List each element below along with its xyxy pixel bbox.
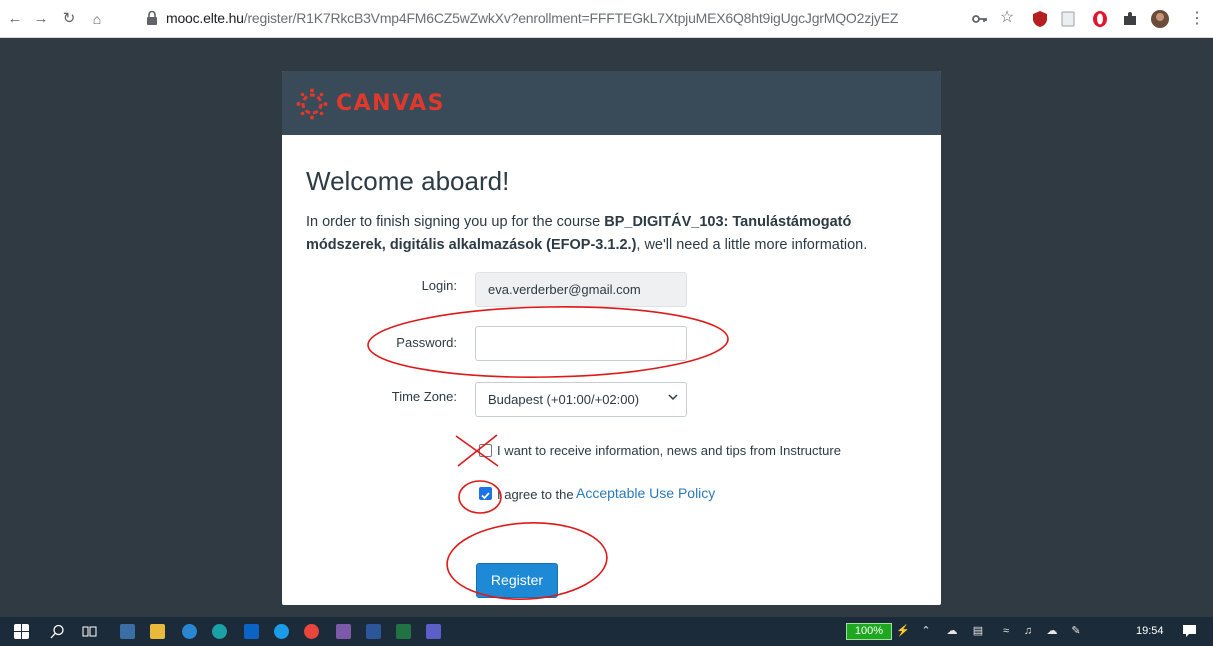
battery-percentage[interactable]: 100% bbox=[846, 623, 892, 640]
windows-start-icon[interactable] bbox=[14, 624, 29, 639]
intro-prefix: In order to finish signing you up for th… bbox=[306, 214, 605, 230]
task-view-icon[interactable] bbox=[82, 624, 97, 639]
home-icon[interactable]: ⌂ bbox=[86, 8, 108, 30]
key-icon[interactable] bbox=[970, 9, 990, 29]
search-icon[interactable] bbox=[50, 624, 65, 639]
timezone-label: Time Zone: bbox=[391, 389, 457, 404]
power-plug-icon: ⚡ bbox=[896, 625, 910, 637]
edge-legacy-icon[interactable] bbox=[182, 624, 197, 639]
login-value: eva.verderber@gmail.com bbox=[488, 282, 641, 297]
timezone-select[interactable]: Budapest (+01:00/+02:00) bbox=[475, 382, 687, 417]
intro-suffix: , we'll need a little more information. bbox=[636, 237, 868, 253]
pen-icon[interactable]: ✎ bbox=[1070, 625, 1082, 637]
url-path: /register/R1K7RkcB3Vmp4FM6CZ5wZwkXv?enro… bbox=[243, 10, 899, 26]
wifi-icon[interactable]: ≈ bbox=[1000, 625, 1012, 637]
registration-card: CANVAS Welcome aboard! In order to finis… bbox=[282, 71, 941, 605]
acceptable-use-policy-link[interactable]: Acceptable Use Policy bbox=[576, 485, 715, 501]
excel-icon[interactable] bbox=[396, 624, 411, 639]
taskbar: 100% ⚡ ⌃ ☁ ▤ ≈ ♫ ☁ ✎ 19:54 bbox=[0, 617, 1213, 646]
address-bar[interactable]: mooc.elte.hu/register/R1K7RkcB3Vmp4FM6CZ… bbox=[166, 10, 898, 26]
agree-checkbox-label: I agree to the bbox=[497, 487, 574, 502]
browser-toolbar: ← → ↻ ⌂ mooc.elte.hu/register/R1K7RkcB3V… bbox=[0, 0, 1213, 38]
clock[interactable]: 19:54 bbox=[1136, 625, 1164, 637]
opera-icon[interactable] bbox=[1090, 9, 1110, 29]
onedrive-icon[interactable]: ☁ bbox=[946, 625, 958, 637]
login-field: eva.verderber@gmail.com bbox=[475, 272, 687, 307]
card-header: CANVAS bbox=[282, 71, 941, 135]
menu-kebab-icon[interactable]: ⋮ bbox=[1186, 8, 1208, 30]
edge-icon[interactable] bbox=[212, 624, 227, 639]
news-checkbox-label: I want to receive information, news and … bbox=[497, 443, 841, 458]
password-label: Password: bbox=[396, 335, 457, 350]
extensions-puzzle-icon[interactable] bbox=[1120, 9, 1140, 29]
file-explorer-icon[interactable] bbox=[150, 624, 165, 639]
brand-logo-text: CANVAS bbox=[336, 91, 445, 116]
reload-icon[interactable]: ↻ bbox=[58, 8, 80, 30]
star-icon[interactable]: ☆ bbox=[996, 7, 1018, 29]
chevron-down-icon bbox=[668, 394, 678, 401]
outlook-icon[interactable] bbox=[244, 624, 259, 639]
teams-icon[interactable] bbox=[426, 624, 441, 639]
ublock-icon[interactable] bbox=[1030, 9, 1050, 29]
url-host: mooc.elte.hu bbox=[166, 10, 244, 26]
skype-icon[interactable] bbox=[274, 624, 289, 639]
avatar[interactable] bbox=[1150, 9, 1170, 29]
timezone-value: Budapest (+01:00/+02:00) bbox=[488, 392, 640, 407]
page-title: Welcome aboard! bbox=[306, 166, 510, 196]
word-icon[interactable] bbox=[366, 624, 381, 639]
page-background: CANVAS Welcome aboard! In order to finis… bbox=[0, 38, 1213, 617]
agree-checkbox[interactable] bbox=[479, 487, 492, 500]
checkmark-icon bbox=[481, 492, 490, 500]
lock-icon bbox=[147, 10, 157, 25]
chevron-up-icon[interactable]: ⌃ bbox=[920, 625, 932, 637]
calendar-app-icon[interactable] bbox=[120, 624, 135, 639]
news-checkbox[interactable] bbox=[479, 444, 492, 457]
password-field[interactable] bbox=[475, 326, 687, 361]
photos-icon[interactable] bbox=[336, 624, 351, 639]
forward-icon[interactable]: → bbox=[30, 8, 52, 30]
document-icon[interactable] bbox=[1058, 9, 1078, 29]
register-button[interactable]: Register bbox=[476, 563, 558, 598]
device-icon[interactable]: ▤ bbox=[972, 625, 984, 637]
cloud-sync-icon[interactable]: ☁ bbox=[1046, 625, 1058, 637]
canvas-logo-icon bbox=[296, 88, 328, 120]
notifications-icon[interactable] bbox=[1182, 623, 1197, 638]
back-icon[interactable]: ← bbox=[4, 8, 26, 30]
intro-text: In order to finish signing you up for th… bbox=[306, 211, 916, 257]
login-label: Login: bbox=[421, 278, 457, 293]
volume-icon[interactable]: ♫ bbox=[1022, 625, 1034, 637]
chrome-icon[interactable] bbox=[304, 624, 319, 639]
